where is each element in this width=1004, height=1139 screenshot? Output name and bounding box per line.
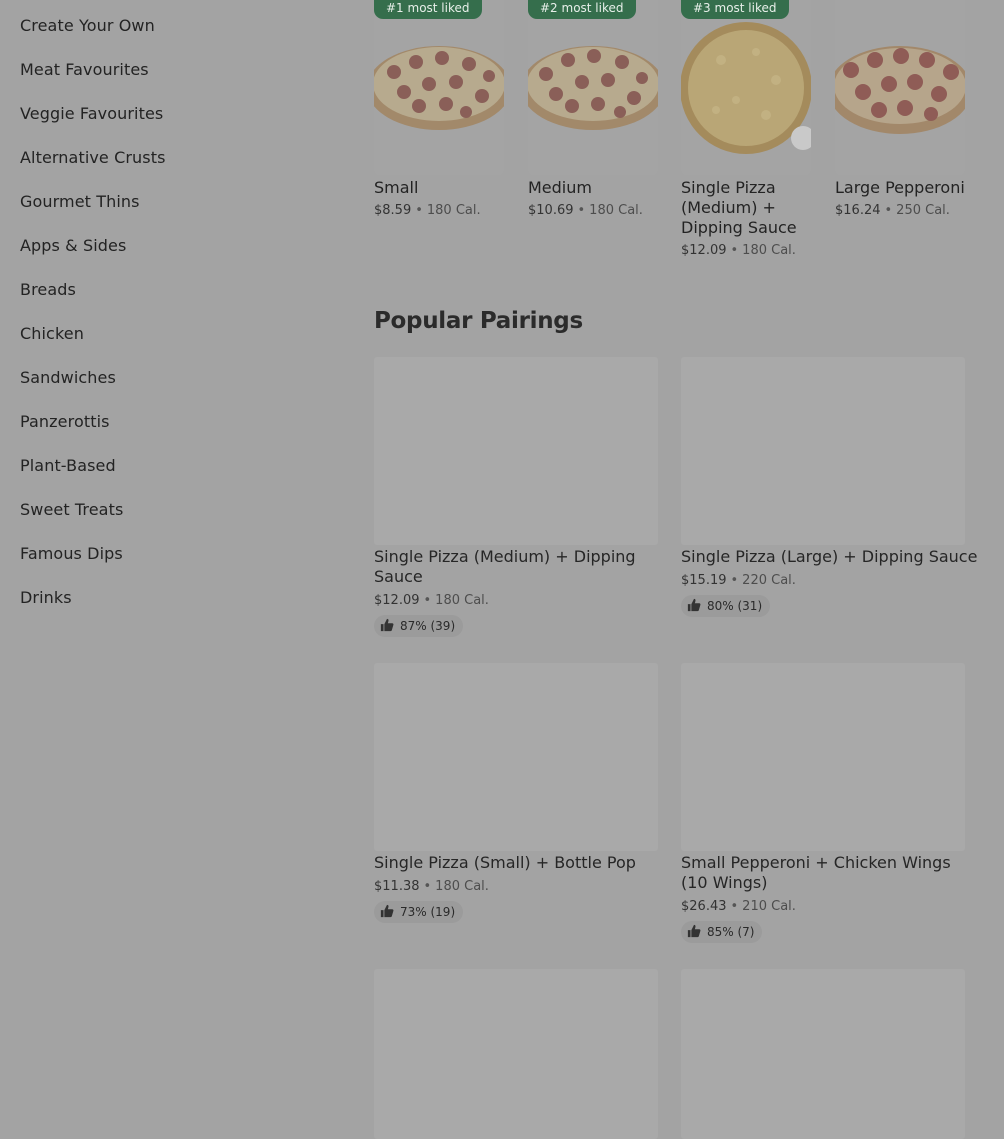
item-image-placeholder <box>681 357 965 545</box>
rating-badge: 80% (31) <box>681 595 771 617</box>
category-sweet-treats[interactable]: Sweet Treats <box>20 500 123 519</box>
item-meta: $8.59 • 180 Cal. <box>374 203 481 218</box>
category-panzerottis[interactable]: Panzerottis <box>20 412 110 431</box>
item-meta: $16.24 • 250 Cal. <box>835 203 950 218</box>
pepperoni-pizza-image <box>835 0 965 175</box>
item-image-placeholder <box>681 969 965 1139</box>
meta-separator: • <box>730 573 739 588</box>
most-liked-badge: #2 most liked <box>528 0 636 19</box>
item-price: $15.19 <box>681 573 727 588</box>
item-calories: 250 Cal. <box>896 203 950 218</box>
item-calories: 180 Cal. <box>435 593 489 608</box>
category-famous-dips[interactable]: Famous Dips <box>20 544 123 563</box>
meta-separator: • <box>423 593 432 608</box>
item-meta: $26.43 • 210 Cal. <box>681 899 796 914</box>
item-calories: 180 Cal. <box>742 243 796 258</box>
item-meta: $12.09 • 180 Cal. <box>374 593 489 608</box>
item-title: Single Pizza (Small) + Bottle Pop <box>374 853 636 872</box>
meta-separator: • <box>730 899 739 914</box>
category-create-your-own[interactable]: Create Your Own <box>20 16 155 35</box>
item-title: Large Pepperoni <box>835 178 965 197</box>
item-meta: $11.38 • 180 Cal. <box>374 879 489 894</box>
item-price: $12.09 <box>681 243 727 258</box>
item-title: Single Pizza (Medium) + Dipping Sauce <box>681 178 797 237</box>
thumbs-up-icon <box>687 598 701 612</box>
rating-badge: 85% (7) <box>681 921 763 943</box>
item-price: $12.09 <box>374 593 420 608</box>
category-drinks[interactable]: Drinks <box>20 588 72 607</box>
pepperoni-pizza-image: #1 most liked <box>374 0 504 175</box>
cheese-pizza-image: #3 most liked <box>681 0 811 175</box>
category-meat-favourites[interactable]: Meat Favourites <box>20 60 149 79</box>
item-title: Small Pepperoni + Chicken Wings (10 Wing… <box>681 853 951 892</box>
item-image-placeholder <box>681 663 965 851</box>
item-image-placeholder <box>374 357 658 545</box>
category-sandwiches[interactable]: Sandwiches <box>20 368 116 387</box>
category-veggie-favourites[interactable]: Veggie Favourites <box>20 104 163 123</box>
item-price: $11.38 <box>374 879 420 894</box>
rating-value: 80% (31) <box>707 599 763 613</box>
item-meta: $12.09 • 180 Cal. <box>681 243 796 258</box>
meta-separator: • <box>423 879 432 894</box>
most-liked-badge: #3 most liked <box>681 0 789 19</box>
pepperoni-pizza-image: #2 most liked <box>528 0 658 175</box>
item-calories: 180 Cal. <box>589 203 643 218</box>
item-image-placeholder <box>374 969 658 1139</box>
item-price: $10.69 <box>528 203 574 218</box>
most-liked-badge: #1 most liked <box>374 0 482 19</box>
item-calories: 210 Cal. <box>742 899 796 914</box>
category-apps-sides[interactable]: Apps & Sides <box>20 236 126 255</box>
rating-value: 73% (19) <box>400 905 456 919</box>
item-price: $8.59 <box>374 203 412 218</box>
section-title: Popular Pairings <box>374 308 583 334</box>
rating-badge: 87% (39) <box>374 615 464 637</box>
rating-badge: 73% (19) <box>374 901 464 923</box>
category-gourmet-thins[interactable]: Gourmet Thins <box>20 192 140 211</box>
item-title: Single Pizza (Medium) + Dipping Sauce <box>374 547 636 586</box>
category-breads[interactable]: Breads <box>20 280 76 299</box>
item-title: Medium <box>528 178 592 197</box>
meta-separator: • <box>730 243 739 258</box>
thumbs-up-icon <box>687 924 701 938</box>
meta-separator: • <box>415 203 423 218</box>
item-meta: $15.19 • 220 Cal. <box>681 573 796 588</box>
thumbs-up-icon <box>380 618 394 632</box>
category-plant-based[interactable]: Plant-Based <box>20 456 116 475</box>
rating-value: 87% (39) <box>400 619 456 633</box>
item-image-placeholder <box>374 663 658 851</box>
item-title: Single Pizza (Large) + Dipping Sauce <box>681 547 978 566</box>
thumbs-up-icon <box>380 904 394 918</box>
category-chicken[interactable]: Chicken <box>20 324 84 343</box>
category-alternative-crusts[interactable]: Alternative Crusts <box>20 148 166 167</box>
item-title: Small <box>374 178 419 197</box>
item-calories: 220 Cal. <box>742 573 796 588</box>
item-meta: $10.69 • 180 Cal. <box>528 203 643 218</box>
item-price: $26.43 <box>681 899 727 914</box>
meta-separator: • <box>577 203 586 218</box>
meta-separator: • <box>884 203 893 218</box>
item-price: $16.24 <box>835 203 881 218</box>
item-calories: 180 Cal. <box>426 203 481 218</box>
rating-value: 85% (7) <box>707 925 755 939</box>
item-calories: 180 Cal. <box>435 879 489 894</box>
